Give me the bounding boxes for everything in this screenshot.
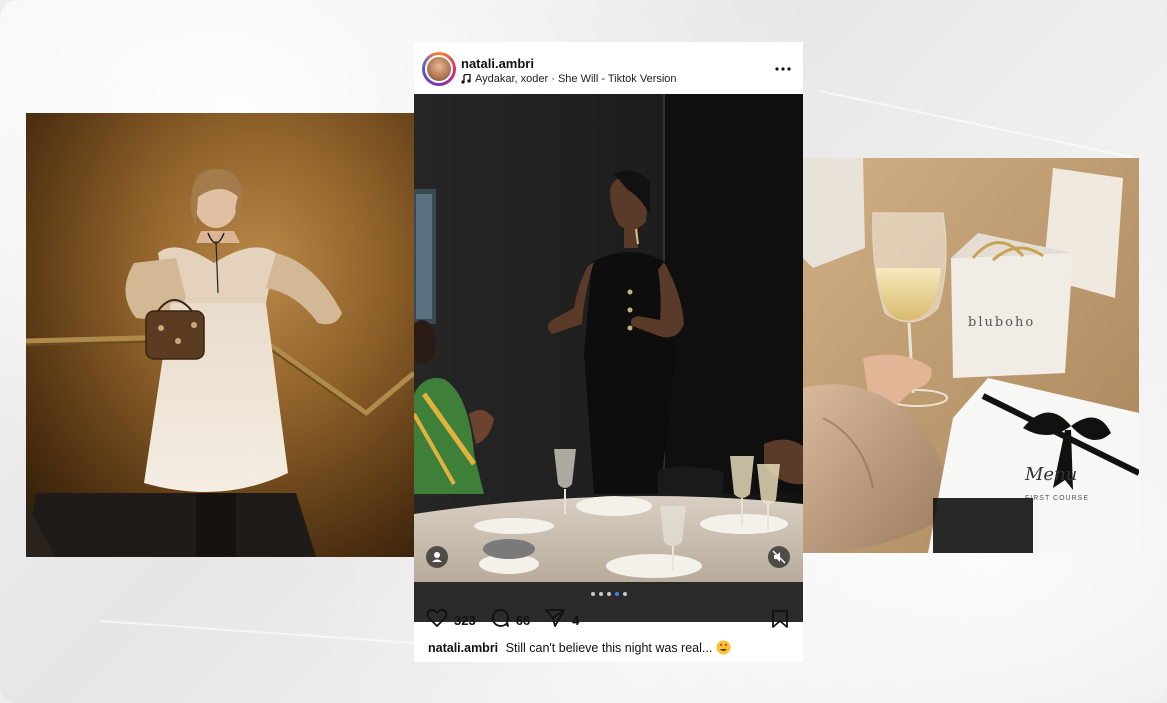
carousel-indicator (414, 592, 803, 596)
post-audio[interactable]: Aydakar, xoder · She Will - Tiktok Versi… (461, 73, 677, 85)
caption-username[interactable]: natali.ambri (428, 641, 498, 655)
post-caption: natali.ambri Still can't believe this ni… (428, 640, 731, 658)
side-photo-right: bluboho Menu FIRST COURSE (803, 158, 1139, 553)
dinner-party-photo (414, 94, 803, 582)
carousel-dot (606, 592, 611, 596)
post-username[interactable]: natali.ambri (461, 56, 534, 71)
avatar[interactable] (422, 52, 456, 86)
comment-button[interactable]: 66 (490, 608, 530, 633)
paper-crease (819, 90, 1134, 159)
bag-brand-text: bluboho (968, 315, 1035, 330)
carousel-dot-active (614, 592, 619, 596)
heart-eyes-emoji (716, 640, 731, 658)
audio-label: Aydakar, xoder · She Will - Tiktok Versi… (475, 73, 677, 85)
post-actions: 323 66 4 (426, 608, 791, 632)
carousel-dot (598, 592, 603, 596)
comment-count: 66 (515, 612, 531, 628)
heart-icon (426, 608, 448, 633)
share-icon (544, 608, 566, 633)
avatar-image (425, 55, 453, 83)
carousel-dot (622, 592, 627, 596)
staircase-photo (26, 113, 414, 557)
table-setting-photo: bluboho Menu FIRST COURSE (803, 158, 1139, 553)
more-icon[interactable] (775, 62, 791, 72)
side-photo-left (26, 113, 414, 557)
menu-title-text: Menu (1024, 464, 1077, 485)
mute-icon[interactable] (768, 546, 790, 568)
post-header: natali.ambri Aydakar, xoder · She Will -… (414, 42, 803, 94)
background-canvas: bluboho Menu FIRST COURSE natali.ambri A… (0, 0, 1167, 703)
comment-icon (490, 608, 510, 633)
share-button[interactable]: 4 (544, 608, 579, 633)
music-note-icon (461, 73, 471, 84)
like-count: 323 (454, 612, 476, 628)
user-tag-icon[interactable] (426, 546, 448, 568)
menu-line-text: FIRST COURSE (1025, 495, 1089, 502)
post-image[interactable] (414, 94, 803, 622)
share-count: 4 (572, 612, 580, 628)
like-button[interactable]: 323 (426, 608, 476, 633)
instagram-post-card: natali.ambri Aydakar, xoder · She Will -… (414, 42, 803, 662)
carousel-dot (590, 592, 595, 596)
caption-text: Still can't believe this night was real.… (505, 641, 713, 655)
bookmark-icon[interactable] (771, 609, 789, 634)
